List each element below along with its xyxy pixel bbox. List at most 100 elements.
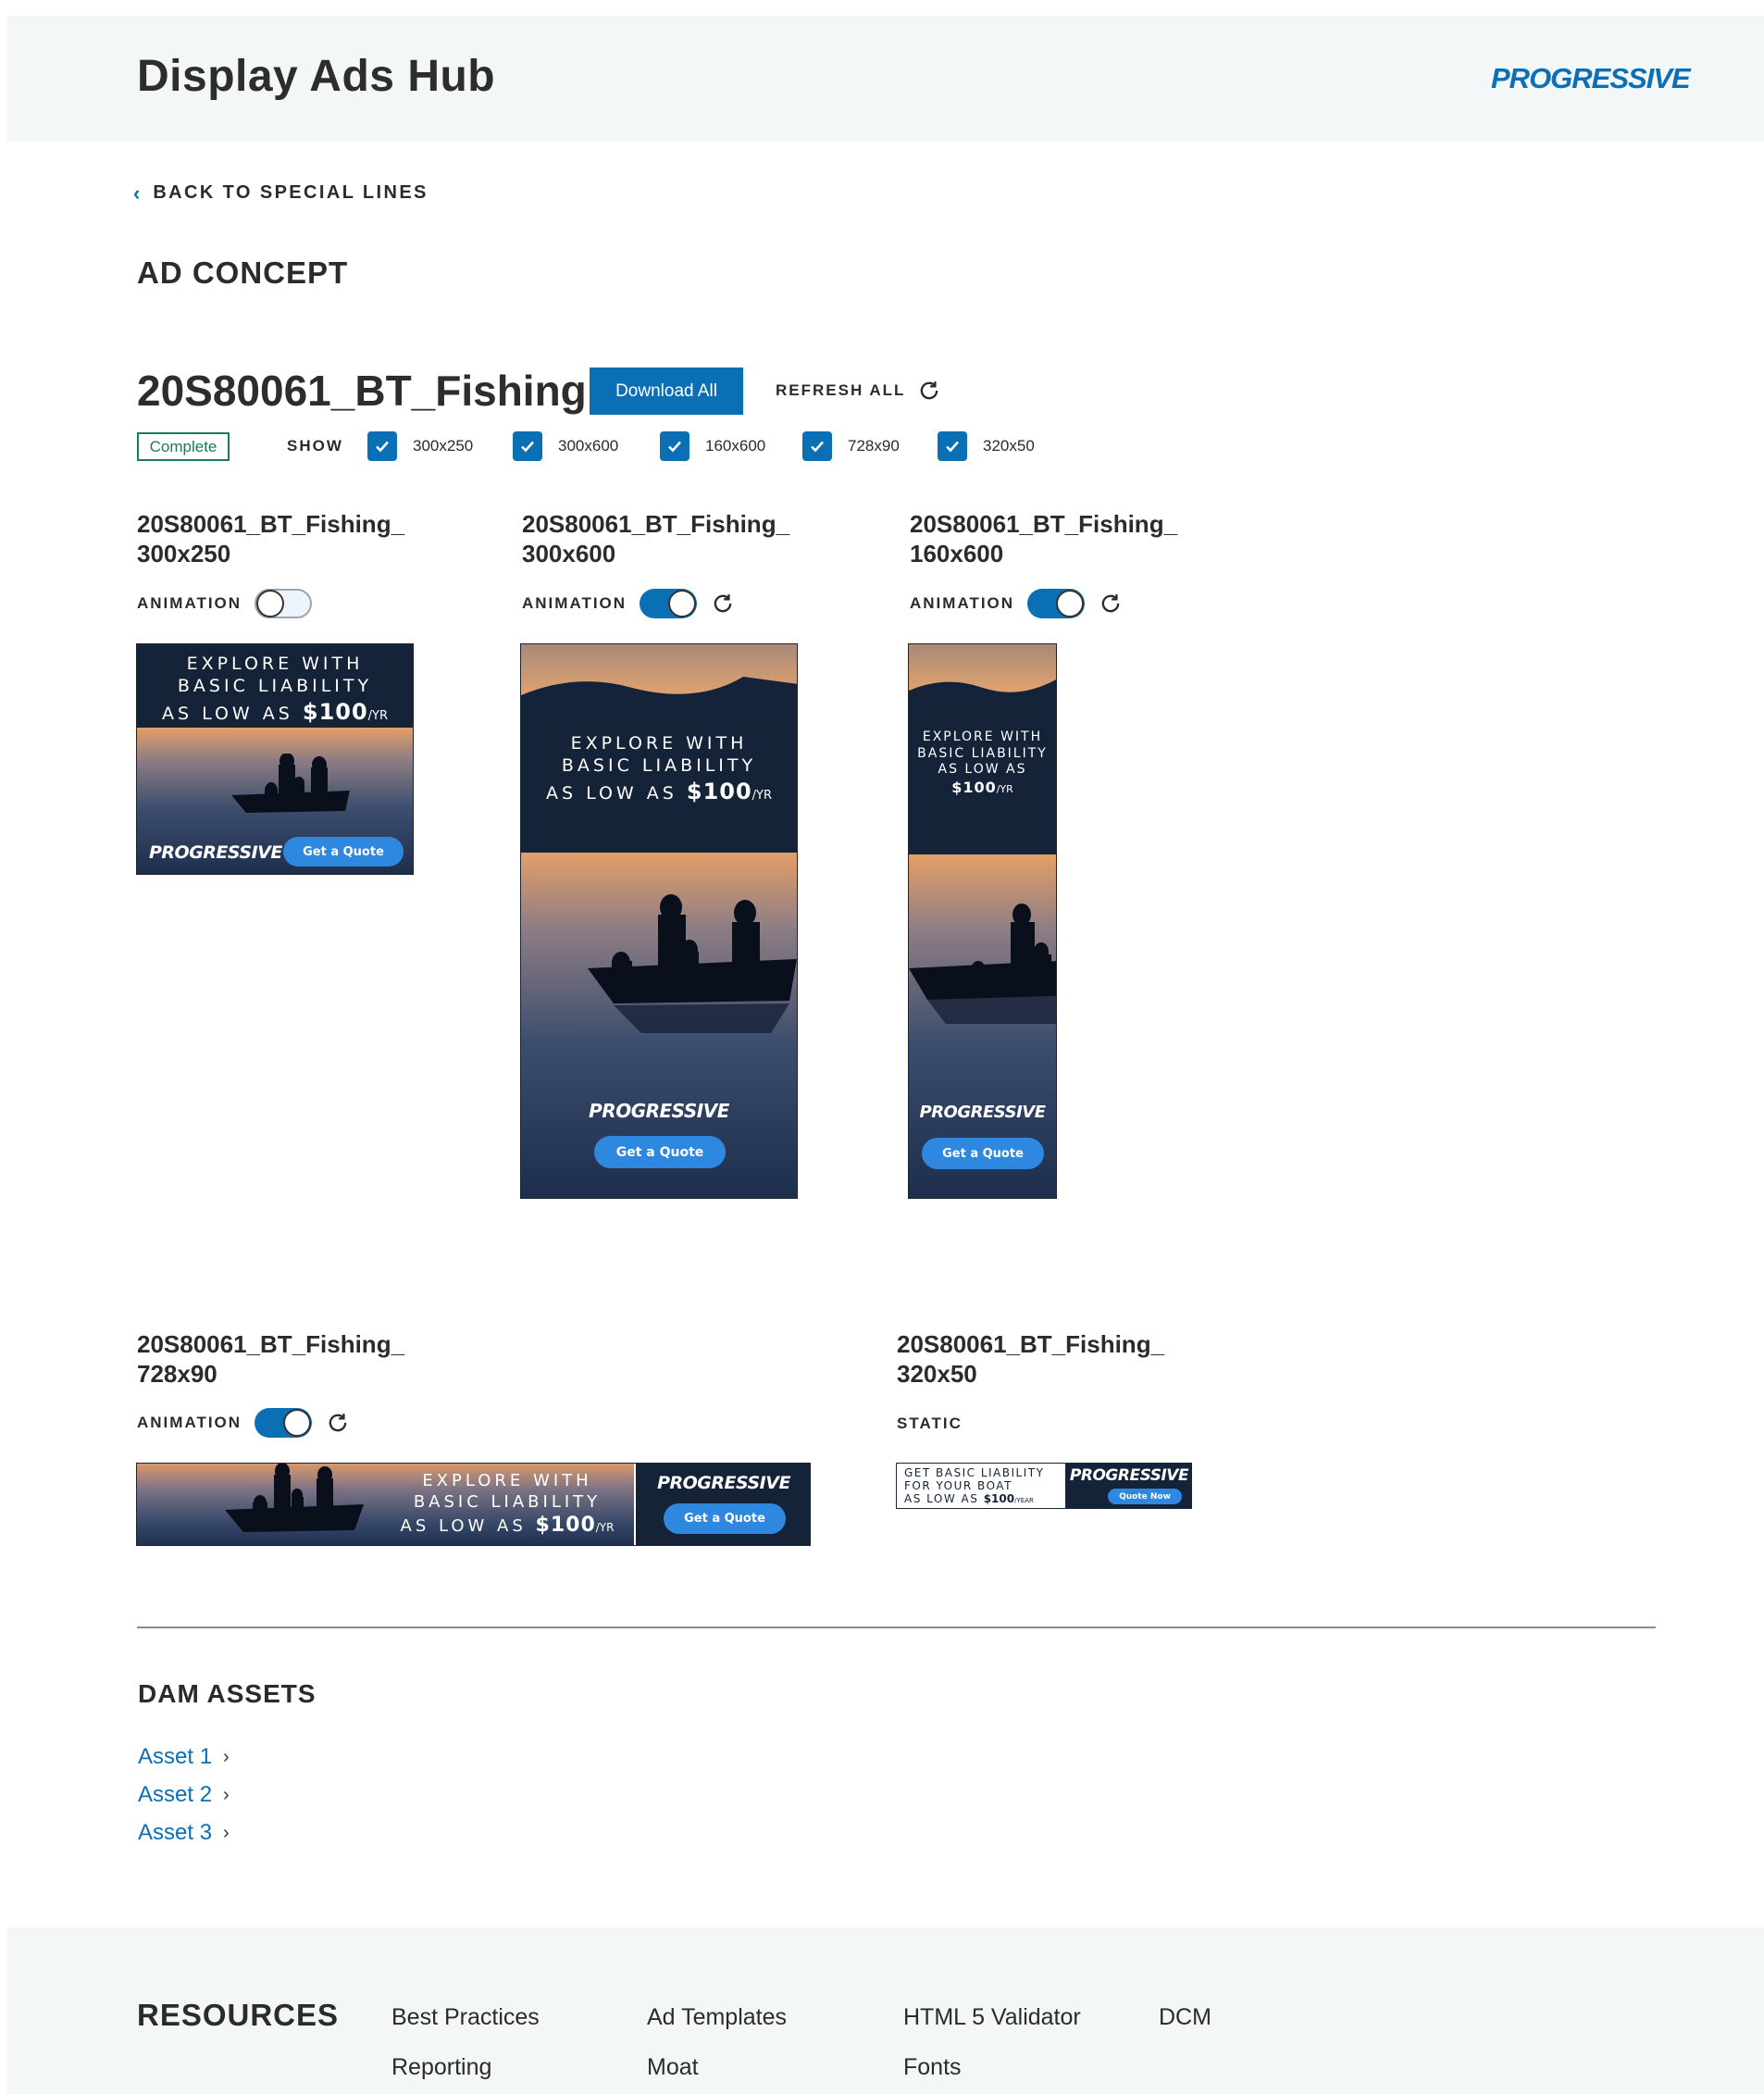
- animation-label: ANIMATION: [522, 594, 627, 612]
- animation-control-160x600: ANIMATION: [910, 589, 1124, 618]
- headline-line1: EXPLORE WITH: [570, 733, 748, 754]
- headline-prefix: AS LOW AS: [400, 1516, 527, 1536]
- checkbox[interactable]: [660, 431, 689, 461]
- ad-name-160x600: 20S80061_BT_Fishing_ 160x600: [910, 509, 1177, 568]
- headline-prefix: AS LOW AS: [545, 782, 677, 804]
- footer-link-moat[interactable]: Moat: [647, 2054, 699, 2081]
- ad-logo: PROGRESSIVE: [589, 1100, 729, 1122]
- price: $100: [686, 778, 752, 804]
- ad-name-line2: 320x50: [897, 1360, 977, 1388]
- animation-control-728x90: ANIMATION: [137, 1408, 351, 1438]
- checkbox[interactable]: [938, 431, 967, 461]
- checkbox[interactable]: [367, 431, 397, 461]
- checkmark-icon: [521, 441, 534, 453]
- footer-link-ad-templates[interactable]: Ad Templates: [647, 2004, 787, 2031]
- headline-prefix: AS LOW AS: [161, 703, 293, 724]
- refresh-all-label: REFRESH ALL: [776, 381, 906, 399]
- refresh-icon[interactable]: [1098, 591, 1124, 617]
- refresh-icon[interactable]: [710, 591, 736, 617]
- ad-name-300x600: 20S80061_BT_Fishing_ 300x600: [522, 509, 789, 568]
- ad-headline: GET BASIC LIABILITY FOR YOUR BOAT AS LOW…: [904, 1466, 1044, 1507]
- footer-link-dcm[interactable]: DCM: [1159, 2004, 1211, 2031]
- size-filter-label: 320x50: [983, 437, 1035, 455]
- refresh-all-button[interactable]: REFRESH ALL: [776, 378, 942, 404]
- ad-headline: EXPLORE WITH BASIC LIABILITY AS LOW AS $…: [909, 729, 1056, 797]
- checkmark-icon: [811, 441, 824, 453]
- refresh-icon[interactable]: [325, 1410, 351, 1436]
- footer-link-html5-validator[interactable]: HTML 5 Validator: [903, 2004, 1081, 2031]
- chevron-left-icon: ‹: [133, 181, 141, 205]
- boat-silhouette-icon: [231, 754, 350, 813]
- ad-name-line1: 20S80061_BT_Fishing_: [522, 510, 790, 538]
- animation-label: ANIMATION: [137, 1414, 242, 1431]
- animation-toggle[interactable]: [255, 1408, 313, 1438]
- headline-line3: AS LOW AS $100/YR: [521, 778, 797, 805]
- headline-line3: AS LOW AS $100/YR: [387, 1513, 627, 1539]
- ad-preview-300x250[interactable]: EXPLORE WITH BASIC LIABILITY AS LOW AS $…: [136, 643, 414, 875]
- headline-line1: EXPLORE WITH: [422, 1471, 592, 1490]
- asset-link-label: Asset 2: [138, 1782, 213, 1807]
- ad-preview-728x90[interactable]: EXPLORE WITH BASIC LIABILITY AS LOW AS $…: [136, 1463, 811, 1546]
- footer-link-best-practices[interactable]: Best Practices: [391, 2004, 540, 2031]
- ad-name-line1: 20S80061_BT_Fishing_: [910, 510, 1178, 538]
- size-filter-728x90[interactable]: 728x90: [802, 431, 900, 461]
- asset-link-2[interactable]: Asset 2 ›: [138, 1782, 230, 1808]
- price: $100: [951, 778, 997, 796]
- static-label: STATIC: [897, 1415, 963, 1432]
- get-a-quote-button[interactable]: Get a Quote: [922, 1138, 1044, 1169]
- toggle-knob: [283, 1409, 312, 1437]
- checkbox[interactable]: [513, 431, 542, 461]
- checkbox[interactable]: [802, 431, 832, 461]
- get-a-quote-button[interactable]: Get a Quote: [664, 1503, 786, 1534]
- size-filter-label: 160x600: [705, 437, 766, 455]
- footer-link-reporting[interactable]: Reporting: [391, 2054, 491, 2081]
- download-all-button[interactable]: Download All: [590, 368, 743, 415]
- section-divider: [137, 1627, 1656, 1628]
- ad-name-300x250: 20S80061_BT_Fishing_ 300x250: [137, 509, 404, 568]
- ad-name-line1: 20S80061_BT_Fishing_: [897, 1330, 1165, 1358]
- progressive-logo[interactable]: PROGRESSIVE: [1491, 62, 1691, 95]
- animation-toggle[interactable]: [640, 589, 698, 618]
- size-filter-300x600[interactable]: 300x600: [513, 431, 618, 461]
- size-filter-label: 300x250: [413, 437, 474, 455]
- ad-headline: EXPLORE WITH BASIC LIABILITY AS LOW AS $…: [521, 733, 797, 805]
- ad-name-320x50: 20S80061_BT_Fishing_ 320x50: [897, 1329, 1164, 1389]
- ad-logo: PROGRESSIVE: [1069, 1466, 1189, 1485]
- headline-prefix: AS LOW AS: [938, 762, 1027, 777]
- refresh-icon: [921, 381, 938, 400]
- ad-preview-320x50[interactable]: GET BASIC LIABILITY FOR YOUR BOAT AS LOW…: [896, 1463, 1192, 1509]
- headline-line2: BASIC LIABILITY: [177, 675, 373, 696]
- concept-title: 20S80061_BT_Fishing: [137, 367, 587, 415]
- animation-toggle[interactable]: [1027, 589, 1086, 618]
- asset-link-1[interactable]: Asset 1 ›: [138, 1744, 230, 1770]
- animation-toggle[interactable]: [255, 589, 313, 618]
- get-a-quote-button[interactable]: Get a Quote: [594, 1136, 726, 1168]
- mountain-silhouette-icon: [521, 677, 797, 709]
- asset-link-3[interactable]: Asset 3 ›: [138, 1820, 230, 1846]
- get-a-quote-button[interactable]: Get a Quote: [283, 837, 404, 866]
- headline-line2: BASIC LIABILITY: [917, 745, 1048, 761]
- size-filter-label: 300x600: [558, 437, 619, 455]
- footer: RESOURCES Best Practices Ad Templates HT…: [7, 1927, 1764, 2094]
- size-filter-160x600[interactable]: 160x600: [660, 431, 765, 461]
- footer-link-fonts[interactable]: Fonts: [903, 2054, 962, 2081]
- back-to-special-lines-link[interactable]: ‹ BACK TO SPECIAL LINES: [133, 182, 429, 204]
- price-suffix: /YR: [996, 782, 1013, 795]
- chevron-right-icon: ›: [223, 1822, 230, 1843]
- ad-preview-300x600[interactable]: EXPLORE WITH BASIC LIABILITY AS LOW AS $…: [520, 643, 798, 1199]
- headline-line2: BASIC LIABILITY: [413, 1491, 602, 1512]
- headline-line1: EXPLORE WITH: [186, 654, 364, 674]
- headline-line3: AS LOW AS $100/YEAR: [904, 1492, 1044, 1507]
- ad-name-line2: 300x250: [137, 540, 231, 567]
- quote-now-button[interactable]: Quote Now: [1108, 1489, 1182, 1504]
- size-filter-320x50[interactable]: 320x50: [938, 431, 1035, 461]
- checkmark-icon: [668, 441, 681, 453]
- headline-line4: $100/YR: [909, 779, 1056, 798]
- price: $100: [983, 1492, 1015, 1505]
- boat-silhouette-icon: [588, 894, 797, 1033]
- ad-logo: PROGRESSIVE: [149, 842, 282, 863]
- toggle-knob: [1056, 590, 1085, 617]
- size-filter-300x250[interactable]: 300x250: [367, 431, 473, 461]
- ad-preview-160x600[interactable]: EXPLORE WITH BASIC LIABILITY AS LOW AS $…: [908, 643, 1057, 1199]
- animation-control-300x250: ANIMATION: [137, 589, 313, 618]
